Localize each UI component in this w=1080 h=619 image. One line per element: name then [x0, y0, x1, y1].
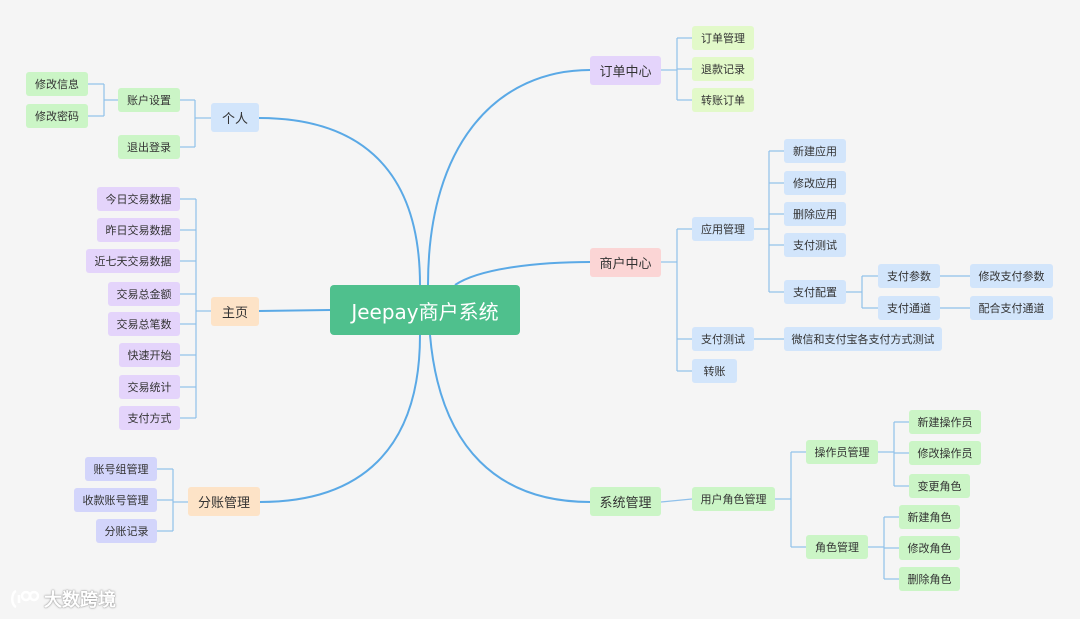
app-item-edit[interactable]: 修改应用: [784, 171, 846, 195]
branch-system[interactable]: 系统管理: [590, 487, 661, 516]
home-item-total-amount[interactable]: 交易总金额: [108, 282, 180, 306]
branch-home[interactable]: 主页: [211, 297, 259, 326]
node-pay-params[interactable]: 支付参数: [878, 264, 940, 288]
node-pay-test-desc[interactable]: 微信和支付宝各支付方式测试: [784, 327, 942, 351]
connector-line: [258, 309, 331, 312]
node-transfer[interactable]: 转账: [692, 359, 737, 383]
watermark-icon: [11, 589, 40, 609]
home-item-stats[interactable]: 交易统计: [119, 375, 180, 399]
node-logout[interactable]: 退出登录: [118, 135, 180, 159]
node-pay-test[interactable]: 支付测试: [692, 327, 754, 351]
node-edit-password[interactable]: 修改密码: [26, 104, 88, 128]
home-item-payment-methods[interactable]: 支付方式: [119, 406, 180, 430]
role-item-create[interactable]: 新建角色: [899, 505, 960, 529]
order-item-refunds[interactable]: 退款记录: [692, 57, 754, 81]
order-item-transfers[interactable]: 转账订单: [692, 88, 754, 112]
node-user-role-management[interactable]: 用户角色管理: [692, 487, 775, 511]
node-config-pay-channel[interactable]: 配合支付通道: [970, 296, 1053, 320]
operator-item-edit[interactable]: 修改操作员: [909, 441, 981, 465]
split-item-account-group[interactable]: 账号组管理: [85, 457, 157, 481]
role-item-delete[interactable]: 删除角色: [899, 567, 960, 591]
order-item-management[interactable]: 订单管理: [692, 26, 754, 50]
node-edit-pay-params[interactable]: 修改支付参数: [970, 264, 1053, 288]
split-item-receiving-account[interactable]: 收款账号管理: [74, 488, 157, 512]
home-item-total-count[interactable]: 交易总笔数: [108, 312, 180, 336]
node-operator-management[interactable]: 操作员管理: [806, 440, 878, 464]
home-item-yesterday[interactable]: 昨日交易数据: [97, 218, 180, 242]
node-app-management[interactable]: 应用管理: [692, 217, 754, 241]
app-item-delete[interactable]: 删除应用: [784, 202, 846, 226]
operator-item-create[interactable]: 新建操作员: [909, 410, 981, 434]
node-pay-channel[interactable]: 支付通道: [878, 296, 940, 320]
operator-item-change-role[interactable]: 变更角色: [909, 474, 970, 498]
home-item-today[interactable]: 今日交易数据: [97, 187, 180, 211]
home-item-last7days[interactable]: 近七天交易数据: [86, 249, 180, 273]
connector-line: [454, 261, 591, 286]
connector-line: [429, 334, 591, 503]
root-node[interactable]: Jeepay商户系统: [330, 285, 520, 335]
node-edit-info[interactable]: 修改信息: [26, 72, 88, 96]
app-item-pay-test[interactable]: 支付测试: [784, 233, 846, 257]
node-role-management[interactable]: 角色管理: [806, 535, 868, 559]
branch-split[interactable]: 分账管理: [188, 487, 260, 516]
role-item-edit[interactable]: 修改角色: [899, 536, 960, 560]
connector-line: [259, 334, 421, 503]
connector-line: [427, 69, 591, 286]
node-pay-config[interactable]: 支付配置: [784, 280, 846, 304]
node-account-settings[interactable]: 账户设置: [118, 88, 180, 112]
watermark-text: 大数跨境: [44, 590, 116, 611]
branch-orders[interactable]: 订单中心: [590, 56, 661, 85]
split-item-records[interactable]: 分账记录: [96, 519, 157, 543]
home-item-quick-start[interactable]: 快速开始: [119, 343, 180, 367]
branch-personal[interactable]: 个人: [211, 103, 259, 132]
connector-line: [660, 498, 693, 503]
app-item-create[interactable]: 新建应用: [784, 139, 846, 163]
branch-merchant[interactable]: 商户中心: [590, 248, 661, 277]
connector-line: [258, 117, 421, 286]
watermark-logo: 大数跨境: [10, 586, 116, 612]
